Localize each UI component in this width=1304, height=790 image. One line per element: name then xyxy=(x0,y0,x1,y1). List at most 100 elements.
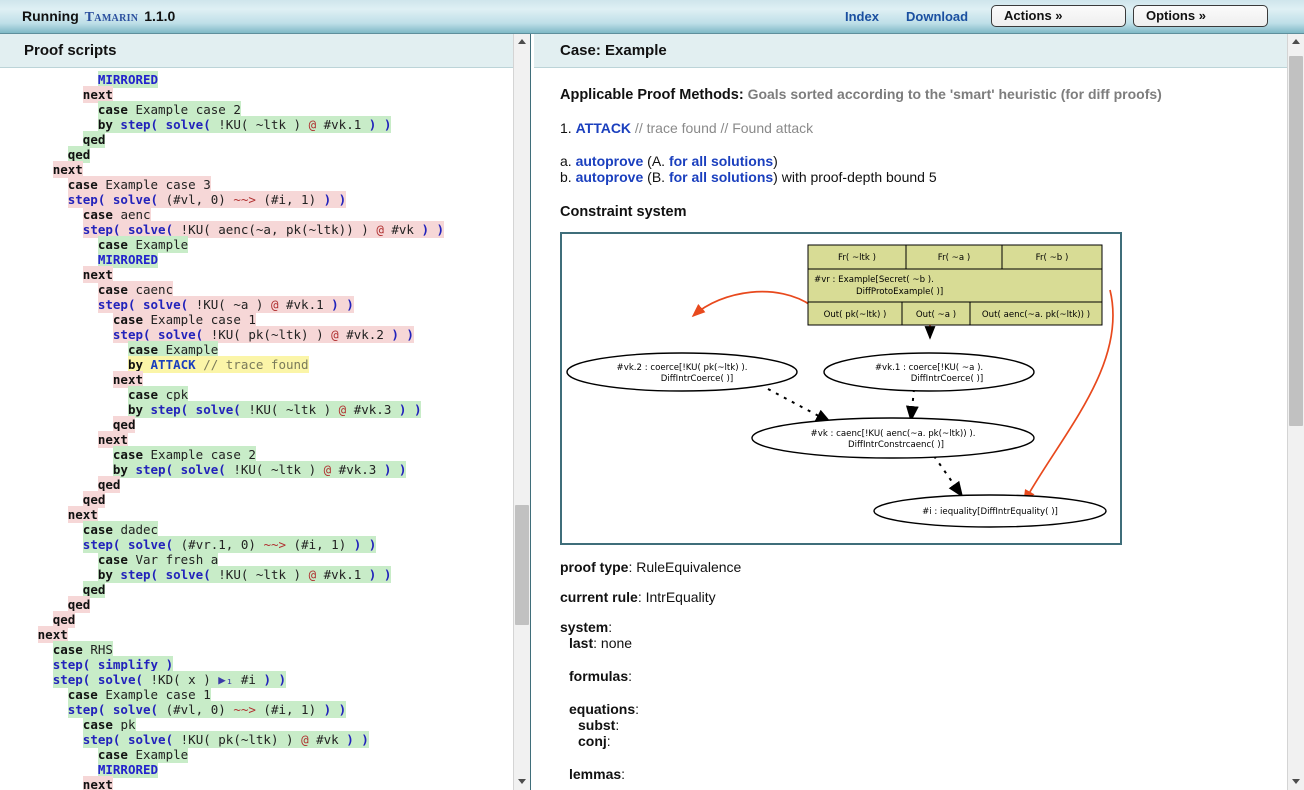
code-line[interactable]: case dadec xyxy=(0,522,513,537)
code-indent xyxy=(0,72,98,87)
right-panel-scrollbar[interactable] xyxy=(1287,34,1304,790)
scrollbar-thumb[interactable] xyxy=(1289,56,1303,426)
options-menu-button[interactable]: Options » xyxy=(1133,5,1268,27)
code-line[interactable]: case Example_case_2 xyxy=(0,447,513,462)
code-line[interactable]: case Example xyxy=(0,237,513,252)
scroll-down-icon[interactable] xyxy=(1288,774,1304,790)
code-indent xyxy=(0,537,83,552)
code-line[interactable]: step( simplify ) xyxy=(0,657,513,672)
code-line[interactable]: next xyxy=(0,372,513,387)
graph-node-vk1[interactable]: #vk.1 : coerce[!KU( ~a ). DiffIntrCoerce… xyxy=(824,353,1034,391)
code-token: (#i, 1) xyxy=(256,192,324,207)
code-line[interactable]: step( solve( !KU( pk(~ltk) ) @ #vk.2 ) ) xyxy=(0,327,513,342)
code-line[interactable]: qed xyxy=(0,477,513,492)
code-line[interactable]: qed xyxy=(0,132,513,147)
code-token: !KU( ~ltk ) xyxy=(233,462,323,477)
actions-menu-button[interactable]: Actions » xyxy=(991,5,1126,27)
code-token: Example xyxy=(135,747,188,762)
code-indent xyxy=(0,507,68,522)
code-line[interactable]: step( solve( (#vl, 0) ~~> (#i, 1) ) ) xyxy=(0,702,513,717)
code-line[interactable]: qed xyxy=(0,417,513,432)
code-line[interactable]: case Example xyxy=(0,747,513,762)
code-line[interactable]: MIRRORED xyxy=(0,252,513,267)
code-line[interactable]: case Example_case_3 xyxy=(0,177,513,192)
code-line[interactable]: step( solve( (#vr.1, 0) ~~> (#i, 1) ) ) xyxy=(0,537,513,552)
code-segment[interactable]: by ATTACK // trace found xyxy=(128,356,309,373)
code-line[interactable]: case caenc xyxy=(0,282,513,297)
code-line[interactable]: case Example_case_1 xyxy=(0,312,513,327)
code-line[interactable]: step( solve( !KU( pk(~ltk) ) @ #vk ) ) xyxy=(0,732,513,747)
code-line[interactable]: case Example_case_1 xyxy=(0,687,513,702)
code-line[interactable]: step( solve( !KU( ~a ) @ #vk.1 ) ) xyxy=(0,297,513,312)
scroll-up-icon[interactable] xyxy=(1288,34,1304,50)
for-all-solutions-link-a[interactable]: for all solutions xyxy=(669,153,773,169)
formulas-key: formulas xyxy=(569,668,628,684)
code-line[interactable]: qed xyxy=(0,147,513,162)
code-line[interactable]: qed xyxy=(0,492,513,507)
autoprove-link-b[interactable]: autoprove xyxy=(576,169,644,185)
code-line[interactable]: case cpk xyxy=(0,387,513,402)
code-line[interactable]: case RHS xyxy=(0,642,513,657)
code-line[interactable]: qed xyxy=(0,597,513,612)
code-segment[interactable]: by step( solve( !KU( ~ltk ) @ #vk.1 ) ) xyxy=(98,116,392,133)
graph-node-i[interactable]: #i : iequality[DiffIntrEquality( )] xyxy=(874,495,1106,527)
code-line[interactable]: next xyxy=(0,267,513,282)
code-segment[interactable]: by step( solve( !KU( ~ltk ) @ #vk.3 ) ) xyxy=(113,461,407,478)
code-line[interactable]: qed xyxy=(0,612,513,627)
constraint-system-graph[interactable]: Fr( ~ltk ) Fr( ~a ) Fr( ~b ) #vr : Examp… xyxy=(560,232,1122,545)
code-line[interactable]: next xyxy=(0,627,513,642)
code-line[interactable]: next xyxy=(0,87,513,102)
code-line[interactable]: next xyxy=(0,162,513,177)
code-token: ) ) xyxy=(324,192,347,207)
code-line[interactable]: by step( solve( !KU( ~ltk ) @ #vk.1 ) ) xyxy=(0,567,513,582)
code-segment[interactable]: next xyxy=(83,776,113,790)
code-indent xyxy=(0,567,98,582)
code-line[interactable]: case Example_case_2 xyxy=(0,102,513,117)
edge-vk-to-i xyxy=(934,456,962,496)
scrollbar-thumb[interactable] xyxy=(515,505,529,625)
code-line[interactable]: case pk xyxy=(0,717,513,732)
code-line[interactable]: by step( solve( !KU( ~ltk ) @ #vk.3 ) ) xyxy=(0,462,513,477)
attack-link[interactable]: ATTACK xyxy=(576,120,631,136)
code-indent xyxy=(0,342,128,357)
code-line[interactable]: case aenc xyxy=(0,207,513,222)
edge-vk1-to-vk xyxy=(911,389,914,420)
code-token: (#i, 1) xyxy=(286,537,354,552)
code-line[interactable]: case Example xyxy=(0,342,513,357)
code-line[interactable]: by step( solve( !KU( ~ltk ) @ #vk.1 ) ) xyxy=(0,117,513,132)
for-all-solutions-link-b[interactable]: for all solutions xyxy=(669,169,773,185)
code-line[interactable]: next xyxy=(0,507,513,522)
code-token: #vk.3 xyxy=(346,402,399,417)
code-indent xyxy=(0,192,68,207)
applicable-proof-methods: Applicable Proof Methods: Goals sorted a… xyxy=(560,86,1287,103)
proof-script-code[interactable]: MIRRORED next case Example_case_2 by ste… xyxy=(0,68,513,790)
rule-node-vr[interactable]: Fr( ~ltk ) Fr( ~a ) Fr( ~b ) #vr : Examp… xyxy=(808,245,1102,325)
code-line[interactable]: step( solve( !KD( x ) ▶₁ #i ) ) xyxy=(0,672,513,687)
code-line[interactable]: by step( solve( !KU( ~ltk ) @ #vk.3 ) ) xyxy=(0,402,513,417)
code-token: RHS xyxy=(90,642,113,657)
formulas-colon: : xyxy=(628,668,632,684)
code-line[interactable]: by ATTACK // trace found xyxy=(0,357,513,372)
nav-link-download[interactable]: Download xyxy=(906,9,968,24)
code-token: !KU( ~a ) xyxy=(196,297,271,312)
graph-node-vk2[interactable]: #vk.2 : coerce[!KU( pk(~ltk) ). DiffIntr… xyxy=(567,353,797,391)
code-line[interactable]: case Var_fresh_a xyxy=(0,552,513,567)
code-line[interactable]: next xyxy=(0,432,513,447)
graph-node-vk[interactable]: #vk : caenc[!KU( aenc(~a. pk(~ltk)) ). D… xyxy=(752,418,1034,458)
left-panel-scrollbar[interactable] xyxy=(513,34,530,790)
code-segment[interactable]: by step( solve( !KU( ~ltk ) @ #vk.3 ) ) xyxy=(128,401,422,418)
scroll-down-icon[interactable] xyxy=(514,774,530,790)
code-line[interactable]: qed xyxy=(0,582,513,597)
code-token: !KU( pk(~ltk) ) xyxy=(181,732,301,747)
nav-link-index[interactable]: Index xyxy=(845,9,879,24)
code-line[interactable]: next xyxy=(0,777,513,790)
code-line[interactable]: step( solve( (#vl, 0) ~~> (#i, 1) ) ) xyxy=(0,192,513,207)
autoprove-link-a[interactable]: autoprove xyxy=(576,153,644,169)
code-token: Example_case_3 xyxy=(105,177,210,192)
code-line[interactable]: MIRRORED xyxy=(0,72,513,87)
scroll-up-icon[interactable] xyxy=(514,34,530,50)
code-line[interactable]: step( solve( !KU( aenc(~a, pk(~ltk)) ) @… xyxy=(0,222,513,237)
code-segment[interactable]: by step( solve( !KU( ~ltk ) @ #vk.1 ) ) xyxy=(98,566,392,583)
code-token: !KU( ~ltk ) xyxy=(248,402,338,417)
code-line[interactable]: MIRRORED xyxy=(0,762,513,777)
